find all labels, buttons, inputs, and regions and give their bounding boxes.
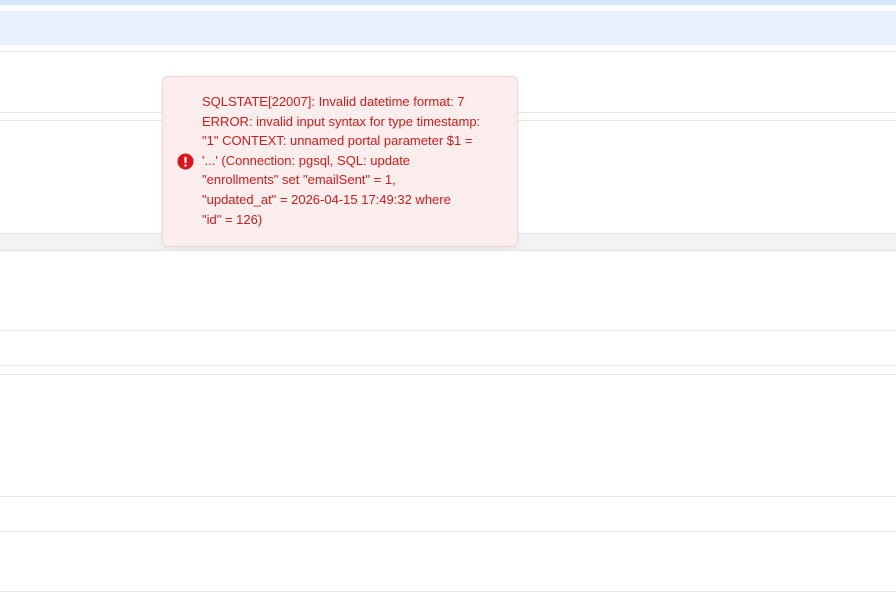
table-header-row [0, 11, 896, 45]
exclamation-circle-icon [177, 153, 194, 170]
row-divider [0, 374, 896, 375]
error-message: SQLSTATE[22007]: Invalid datetime format… [202, 94, 481, 227]
error-toast[interactable]: SQLSTATE[22007]: Invalid datetime format… [162, 76, 518, 247]
page-background: SQLSTATE[22007]: Invalid datetime format… [0, 0, 896, 604]
row-divider [0, 365, 896, 366]
top-accent-bar [0, 0, 896, 5]
row-divider [0, 591, 896, 592]
row-divider [0, 496, 896, 497]
row-divider [0, 51, 896, 52]
row-divider [0, 330, 896, 331]
row-divider [0, 531, 896, 532]
